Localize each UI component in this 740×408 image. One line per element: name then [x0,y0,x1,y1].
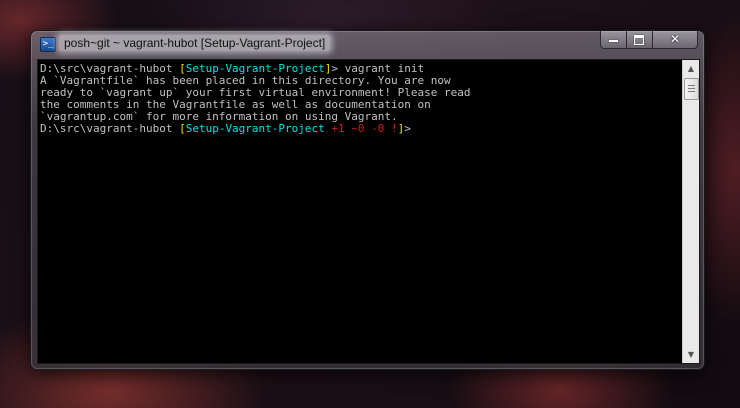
console-area[interactable]: D:\src\vagrant-hubot [Setup-Vagrant-Proj… [37,59,700,364]
prompt-cursor: > [404,122,411,135]
git-status: +1 ~0 -0 ! [324,122,398,135]
git-branch: Setup-Vagrant-Project [185,122,325,135]
powershell-icon[interactable]: >_ [40,37,56,52]
close-button[interactable]: ✕ [653,31,698,49]
console-window: >_ posh~git ~ vagrant-hubot [Setup-Vagra… [30,30,705,370]
scroll-up-button[interactable]: ▲ [683,60,699,77]
close-icon: ✕ [669,32,681,46]
console-output[interactable]: D:\src\vagrant-hubot [Setup-Vagrant-Proj… [38,60,682,363]
vertical-scrollbar[interactable]: ▲ ▼ [682,60,699,363]
prompt-path: D:\src\vagrant-hubot [40,122,180,135]
minimize-button[interactable] [600,31,627,49]
scroll-thumb[interactable] [684,78,699,100]
prompt-line: D:\src\vagrant-hubot [Setup-Vagrant-Proj… [40,123,682,135]
title-bar[interactable]: >_ posh~git ~ vagrant-hubot [Setup-Vagra… [31,31,704,57]
maximize-button[interactable] [627,31,653,49]
prompt-open-bracket: [ [179,122,186,135]
scroll-down-button[interactable]: ▼ [683,346,699,363]
window-controls: ✕ [600,31,698,49]
window-title: posh~git ~ vagrant-hubot [Setup-Vagrant-… [59,35,331,51]
